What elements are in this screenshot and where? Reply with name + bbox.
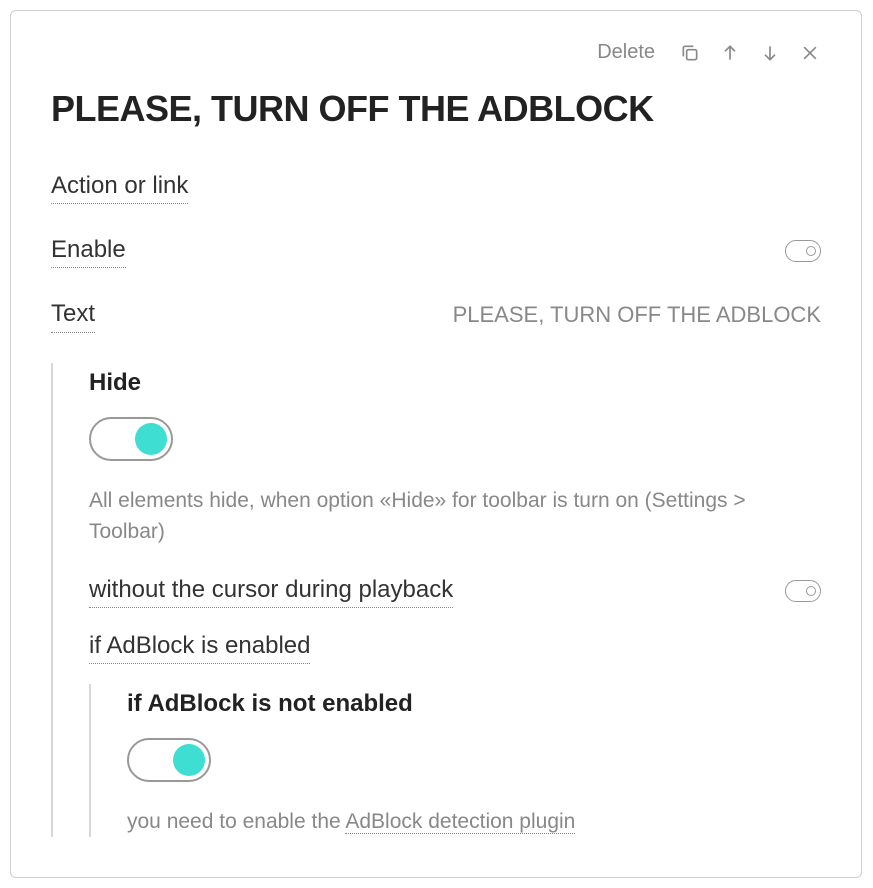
arrow-up-icon[interactable] <box>719 42 741 64</box>
if-adblock-label[interactable]: if AdBlock is enabled <box>89 630 310 664</box>
text-row: Text PLEASE, TURN OFF THE ADBLOCK <box>51 298 821 332</box>
adblock-not-toggle[interactable] <box>127 738 211 782</box>
hide-toggle[interactable] <box>89 417 173 461</box>
hide-section: Hide All elements hide, when option «Hid… <box>51 363 821 838</box>
action-link-row: Action or link <box>51 170 821 204</box>
without-cursor-row: without the cursor during playback <box>89 574 821 608</box>
action-link-label[interactable]: Action or link <box>51 170 188 204</box>
delete-button[interactable]: Delete <box>597 41 655 64</box>
close-icon[interactable] <box>799 42 821 64</box>
arrow-down-icon[interactable] <box>759 42 781 64</box>
adblock-not-section: if AdBlock is not enabled you need to en… <box>89 684 821 838</box>
text-value: PLEASE, TURN OFF THE ADBLOCK <box>453 302 821 328</box>
duplicate-icon[interactable] <box>679 42 701 64</box>
settings-panel: Delete PLEASE, TURN OFF THE ADBLOCK Acti… <box>10 10 862 878</box>
adblock-not-description: you need to enable the AdBlock detection… <box>127 806 821 838</box>
without-cursor-label[interactable]: without the cursor during playback <box>89 574 453 608</box>
enable-label[interactable]: Enable <box>51 234 126 268</box>
panel-toolbar: Delete <box>51 41 821 64</box>
hide-description: All elements hide, when option «Hide» fo… <box>89 485 821 548</box>
if-adblock-row: if AdBlock is enabled <box>89 630 821 664</box>
hide-heading: Hide <box>89 369 821 397</box>
adblock-plugin-link[interactable]: AdBlock detection plugin <box>345 810 575 834</box>
text-label[interactable]: Text <box>51 298 95 332</box>
without-cursor-toggle[interactable] <box>785 580 821 602</box>
enable-toggle[interactable] <box>785 240 821 262</box>
adblock-not-heading: if AdBlock is not enabled <box>127 690 821 718</box>
adblock-not-prefix: you need to enable the <box>127 810 345 833</box>
panel-title: PLEASE, TURN OFF THE ADBLOCK <box>51 88 821 130</box>
enable-row: Enable <box>51 234 821 268</box>
